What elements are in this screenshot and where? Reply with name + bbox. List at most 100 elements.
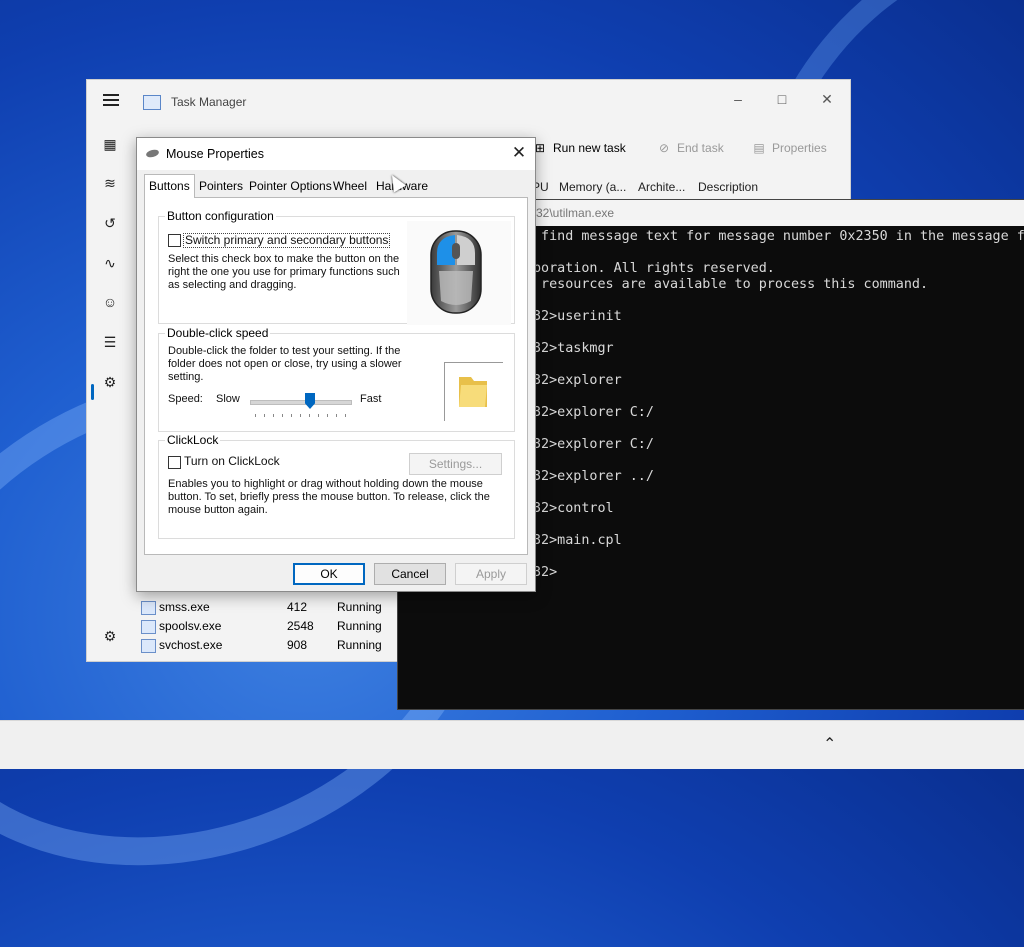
group-label: Double-click speed [165,326,271,340]
process-status: Running [337,600,382,614]
speed-slider-thumb[interactable] [305,393,315,409]
console-line: 32>explorer [533,373,622,388]
slider-tick [327,414,328,417]
close-icon[interactable]: ✕ [507,142,531,164]
group-label: ClickLock [165,433,221,447]
task-manager-titlebar: Task Manager – □ ✕ [87,80,850,124]
console-title: 32\utilman.exe [536,206,615,220]
process-status: Running [337,619,382,633]
task-manager-app-icon [143,95,161,110]
mouse-image [407,221,511,325]
process-icon [141,639,156,653]
group-label: Button configuration [165,209,276,223]
properties-label: Properties [772,141,827,155]
switch-buttons-checkbox[interactable] [168,234,181,247]
column-header-architecture[interactable]: Archite... [638,180,685,194]
hamburger-menu-icon[interactable] [103,94,119,106]
window-title: Task Manager [171,95,247,109]
table-row[interactable]: svchost.exe 908 Running [141,637,391,656]
console-line: 32>userinit [533,309,622,324]
console-line: poration. All rights reserved. [533,261,775,276]
maximize-icon[interactable]: □ [759,86,805,112]
users-icon[interactable]: ☺ [101,293,119,311]
tab-wheel[interactable]: Wheel [329,176,371,196]
button-config-description: Select this check box to make the button… [168,253,400,291]
process-name: smss.exe [159,600,210,614]
process-name: spoolsv.exe [159,619,222,633]
properties-button[interactable]: ▤ Properties [752,141,827,155]
folder-icon [459,377,487,407]
dialog-title: Mouse Properties [166,147,264,161]
dialog-titlebar: Mouse Properties ✕ [137,138,535,170]
services-icon[interactable]: ⚙ [101,373,119,391]
speed-slider-track[interactable] [250,400,352,405]
clicklock-settings-button[interactable]: Settings... [409,453,502,475]
slider-tick [291,414,292,417]
process-name: svchost.exe [159,638,223,652]
tab-pointer-options[interactable]: Pointer Options [245,176,336,196]
mouse-illustration-icon [430,230,482,314]
close-icon[interactable]: ✕ [804,86,850,112]
run-new-task-label: Run new task [553,141,626,155]
process-pid: 908 [287,638,308,652]
ok-button[interactable]: OK [293,563,365,585]
console-line: 32>explorer ../ [533,469,654,484]
taskbar: ⌃ [0,720,1024,769]
processes-icon[interactable]: ▦ [101,135,119,153]
details-icon[interactable]: ☰ [101,333,119,351]
clicklock-group: ClickLock Turn on ClickLock Settings... … [158,433,515,539]
clicklock-checkbox[interactable] [168,456,181,469]
end-task-icon: ⊘ [658,141,670,155]
test-folder[interactable] [444,362,503,421]
console-line: 32>control [533,501,614,516]
console-line: 32> [533,565,558,580]
clicklock-label[interactable]: Turn on ClickLock [184,455,280,468]
clicklock-description: Enables you to highlight or drag without… [168,478,490,516]
process-icon [141,601,156,615]
settings-icon[interactable]: ⚙ [101,627,119,645]
tab-buttons[interactable]: Buttons [144,174,195,198]
table-row[interactable]: spoolsv.exe 2548 Running [141,618,391,637]
chevron-up-icon[interactable]: ⌃ [823,734,836,754]
slider-tick [282,414,283,417]
slow-label: Slow [216,393,240,405]
end-task-button[interactable]: ⊘ End task [657,141,724,155]
slider-tick [264,414,265,417]
buttons-tab-panel: Button configuration Switch primary and … [144,197,528,555]
process-pid: 412 [287,600,308,614]
run-new-task-button[interactable]: ⊞ Run new task [533,141,626,155]
console-line: 32>explorer C:/ [533,405,654,420]
slider-tick [309,414,310,417]
slider-tick [273,414,274,417]
mouse-properties-dialog: Mouse Properties ✕ Buttons Pointers Poin… [136,137,536,592]
speed-label: Speed: [168,393,203,405]
console-line: 32>main.cpl [533,533,622,548]
slider-tick [300,414,301,417]
column-header-memory[interactable]: Memory (a... [559,180,626,194]
double-click-description: Double-click the folder to test your set… [168,345,402,383]
console-line: 32>taskmgr [533,341,614,356]
double-click-speed-group: Double-click speed Double-click the fold… [158,326,515,432]
console-line: resources are available to process this … [533,277,929,292]
process-pid: 2548 [287,619,314,633]
tab-pointers[interactable]: Pointers [195,176,247,196]
button-configuration-group: Button configuration Switch primary and … [158,209,515,325]
startup-apps-icon[interactable]: ∿ [101,254,119,272]
selected-indicator [91,384,94,400]
performance-icon[interactable]: ≋ [101,174,119,192]
app-history-icon[interactable]: ↺ [101,214,119,232]
apply-button[interactable]: Apply [455,563,527,585]
task-manager-sidebar: ▦ ≋ ↺ ∿ ☺ ☰ ⚙ ⚙ [87,128,135,648]
slider-tick [345,414,346,417]
printer-icon [141,620,156,634]
table-row[interactable]: smss.exe 412 Running [141,599,391,618]
cancel-button[interactable]: Cancel [374,563,446,585]
switch-buttons-label[interactable]: Switch primary and secondary buttons [183,233,391,248]
console-line: 32>explorer C:/ [533,437,654,452]
column-header-description[interactable]: Description [698,180,758,194]
mouse-icon [145,148,160,159]
process-status: Running [337,638,382,652]
console-line: find message text for message number 0x2… [533,229,1024,244]
slider-tick [336,414,337,417]
minimize-icon[interactable]: – [715,86,761,112]
